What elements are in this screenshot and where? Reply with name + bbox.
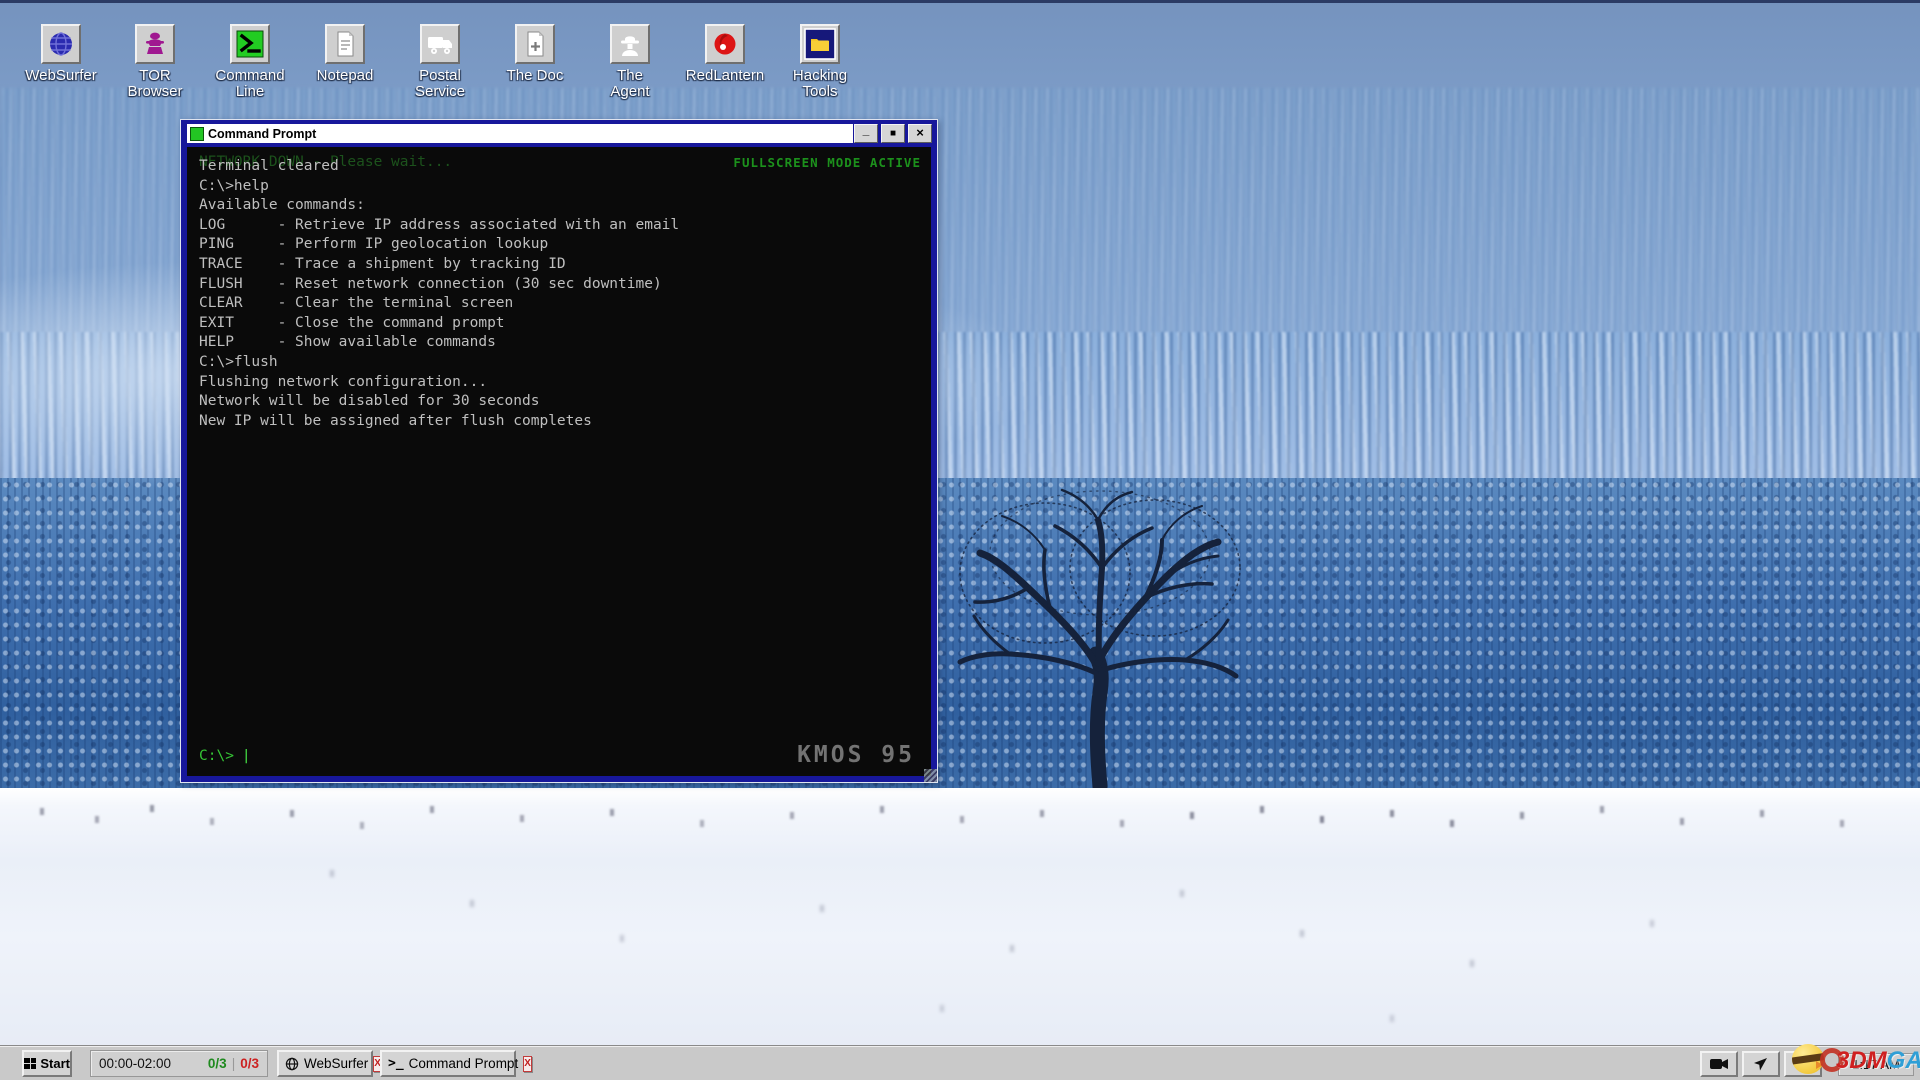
terminal-screen[interactable]: NETWORK DOWN - Please wait... FULLSCREEN… <box>187 147 931 776</box>
tray-location-button[interactable] <box>1742 1051 1780 1077</box>
icon-label: TOR <box>100 68 210 84</box>
agent-icon <box>616 30 644 58</box>
terminal-output: Terminal cleared C:\>help Available comm… <box>199 157 679 431</box>
onion-icon <box>141 30 169 58</box>
icon-tile <box>800 24 840 64</box>
icon-label-line2: Browser <box>100 84 210 100</box>
start-button[interactable]: Start <box>22 1050 72 1077</box>
timer-separator: | <box>232 1056 236 1071</box>
terminal-icon <box>235 29 265 59</box>
truck-icon <box>425 29 455 59</box>
icon-label: Notepad <box>317 67 374 84</box>
icon-tile <box>41 24 81 64</box>
terminal-line: Network will be disabled for 30 seconds <box>199 392 679 412</box>
lantern-icon <box>711 30 739 58</box>
wallpaper-snow-field <box>0 788 1920 1046</box>
desktop-icon-hacking-tools[interactable]: Hacking Tools <box>765 24 875 100</box>
icon-tile <box>610 24 650 64</box>
command-prompt-window: Command Prompt _ ■ × NETWORK DOWN - Plea… <box>180 119 938 783</box>
timer-fail-count: 0/3 <box>240 1056 259 1071</box>
fullscreen-status: FULLSCREEN MODE ACTIVE <box>733 155 921 170</box>
os-watermark: KMOS 95 <box>797 742 915 768</box>
icon-label-line2: Agent <box>575 84 685 100</box>
icon-label-line2: Line <box>195 84 305 100</box>
terminal-cursor: | <box>242 748 251 764</box>
bare-tree-silhouette <box>950 458 1250 788</box>
screen-top-edge <box>0 0 1920 3</box>
window-title: Command Prompt <box>208 127 316 141</box>
terminal-prompt-icon: >_ <box>388 1056 404 1071</box>
terminal-line: C:\>help <box>199 177 679 197</box>
desktop-icon-notepad[interactable]: Notepad <box>290 24 400 84</box>
clock-time: 1:17 AM <box>1852 1057 1900 1072</box>
terminal-line: Available commands: <box>199 196 679 216</box>
session-timer-panel: 00:00-02:00 0/3 | 0/3 <box>90 1050 268 1077</box>
start-label: Start <box>40 1056 70 1071</box>
terminal-line: FLUSH - Reset network connection (30 sec… <box>199 275 679 295</box>
desktop: WebSurfer TOR Browser <box>0 0 1920 1080</box>
task-close-button[interactable]: X <box>523 1056 532 1072</box>
wifi-icon <box>1793 1056 1813 1072</box>
icon-tile <box>420 24 460 64</box>
close-button[interactable]: × <box>908 124 932 143</box>
terminal-line: HELP - Show available commands <box>199 333 679 353</box>
tray-clock: 1:17 AM <box>1838 1053 1914 1076</box>
desktop-icon-redlantern[interactable]: RedLantern <box>670 24 780 84</box>
window-resize-grip[interactable] <box>924 769 937 782</box>
terminal-line: Flushing network configuration... <box>199 373 679 393</box>
notepad-icon <box>331 30 359 58</box>
icon-tile <box>325 24 365 64</box>
icon-label: RedLantern <box>686 67 764 84</box>
tray-camera-button[interactable] <box>1700 1051 1738 1077</box>
icon-tile <box>230 24 270 64</box>
task-button-command-prompt[interactable]: >_ Command Prompt X <box>380 1050 516 1077</box>
globe-icon <box>285 1057 299 1071</box>
icon-tile <box>515 24 555 64</box>
tray-wifi-button[interactable] <box>1784 1051 1822 1077</box>
taskbar: Start 00:00-02:00 0/3 | 0/3 WebSurf <box>0 1046 1920 1080</box>
task-button-websurfer[interactable]: WebSurfer X <box>277 1050 373 1077</box>
cursor-arrow-icon <box>1753 1056 1769 1072</box>
icon-label-line2: Tools <box>765 84 875 100</box>
desktop-icon-the-doc[interactable]: The Doc <box>480 24 590 84</box>
terminal-line: C:\>flush <box>199 353 679 373</box>
minimize-button[interactable]: _ <box>854 124 878 143</box>
terminal-line: New IP will be assigned after flush comp… <box>199 412 679 432</box>
task-label: Command Prompt <box>409 1056 519 1071</box>
window-titlebar[interactable]: Command Prompt <box>187 124 853 143</box>
globe-icon <box>47 30 75 58</box>
icon-label: WebSurfer <box>25 67 96 84</box>
folder-icon <box>804 28 836 60</box>
desktop-icon-postal-service[interactable]: Postal Service <box>385 24 495 100</box>
timer-range: 00:00-02:00 <box>99 1056 171 1071</box>
terminal-line: LOG - Retrieve IP address associated wit… <box>199 216 679 236</box>
icon-tile <box>135 24 175 64</box>
icon-label: Hacking <box>765 68 875 84</box>
maximize-button[interactable]: ■ <box>881 124 905 143</box>
icon-label: Command <box>195 68 305 84</box>
windows-logo-icon <box>24 1058 36 1069</box>
task-label: WebSurfer <box>304 1056 368 1071</box>
terminal-line: EXIT - Close the command prompt <box>199 314 679 334</box>
terminal-line: CLEAR - Clear the terminal screen <box>199 294 679 314</box>
icon-tile <box>705 24 745 64</box>
icon-label: Postal <box>385 68 495 84</box>
terminal-prompt-line[interactable]: C:\> | <box>199 748 251 764</box>
terminal-title-icon <box>190 127 204 141</box>
terminal-line: TRACE - Trace a shipment by tracking ID <box>199 255 679 275</box>
prompt-text: C:\> <box>199 748 234 764</box>
icon-label: The <box>575 68 685 84</box>
desktop-icon-command-line[interactable]: Command Line <box>195 24 305 100</box>
camera-icon <box>1709 1056 1729 1072</box>
icon-label-line2: Service <box>385 84 495 100</box>
timer-success-count: 0/3 <box>208 1056 227 1071</box>
desktop-icon-tor-browser[interactable]: TOR Browser <box>100 24 210 100</box>
desktop-icon-the-agent[interactable]: The Agent <box>575 24 685 100</box>
icon-label: The Doc <box>507 67 564 84</box>
document-plus-icon <box>521 30 549 58</box>
terminal-line: PING - Perform IP geolocation lookup <box>199 235 679 255</box>
terminal-line: Terminal cleared <box>199 157 679 177</box>
